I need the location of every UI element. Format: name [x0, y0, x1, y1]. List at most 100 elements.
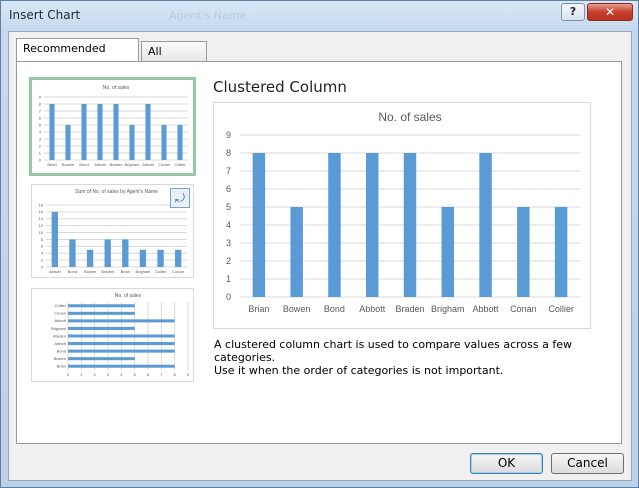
y-tick-label: 18 — [39, 202, 44, 207]
bar — [68, 357, 135, 361]
x-tick-label: Bond — [68, 269, 77, 274]
insert-chart-dialog: Insert Chart Agent's Name ? ✕ All Charts… — [0, 0, 639, 488]
x-tick-label: 7 — [160, 372, 163, 377]
x-tick-label: 5 — [134, 372, 137, 377]
x-tick-label: 1 — [80, 372, 83, 377]
y-tick-label: 6 — [41, 244, 44, 249]
cancel-button[interactable]: Cancel — [551, 453, 624, 474]
preview-heading: Clustered Column — [213, 78, 347, 96]
bar — [81, 104, 87, 160]
tab-recommended-charts[interactable]: Recommended Charts — [16, 38, 139, 75]
y-tick-label: 12 — [39, 223, 44, 228]
y-tick-label: 8 — [41, 237, 44, 242]
bar — [161, 125, 167, 160]
chart-title: No. of sales — [378, 110, 441, 124]
bar — [441, 207, 455, 297]
bar — [554, 207, 568, 297]
bar — [479, 153, 492, 297]
thumbnail-clustered-column[interactable]: No. of sales 0 1 2 3 4 5 6 7 8 9 Brian Bowen Bond Abbo… — [29, 77, 196, 176]
bar — [122, 239, 129, 267]
x-tick-label: Abbott — [359, 304, 386, 314]
y-tick-label: 6 — [226, 184, 231, 194]
bar — [139, 249, 147, 267]
x-tick-label: Abbott — [94, 162, 106, 167]
thumbnail-pivot-chart[interactable]: Sum of No. of sales by Agent's Name 0 2 4 6 8… — [31, 184, 194, 278]
bar — [252, 153, 266, 297]
chart-title: Sum of No. of sales by Agent's Name — [75, 189, 158, 195]
description-line-2: Use it when the order of categories is n… — [214, 364, 504, 377]
x-tick-label: Brigham — [125, 162, 141, 167]
y-tick-label: 8 — [39, 101, 42, 106]
y-tick-label: Brian — [57, 364, 66, 369]
description-line-1: A clustered column chart is used to comp… — [214, 338, 572, 364]
y-tick-label: 7 — [39, 108, 42, 113]
thumbnail-clustered-column-chart: No. of sales 0 1 2 3 4 5 6 7 8 9 Brian Bowen Bond Abbo… — [39, 85, 188, 167]
y-tick-label: 10 — [39, 230, 44, 235]
x-tick-label: Bond — [324, 304, 345, 314]
chart-title: No. of sales — [115, 293, 142, 299]
x-tick-label: Brian — [47, 162, 56, 167]
bar — [157, 249, 164, 267]
window-title: Insert Chart — [9, 8, 81, 22]
bar — [68, 334, 175, 338]
bar — [290, 207, 303, 297]
x-tick-label: Abbott — [49, 269, 61, 274]
y-tick-label: Braden — [53, 333, 66, 338]
help-button[interactable]: ? — [561, 3, 585, 21]
x-tick-label: Collier — [174, 162, 186, 167]
x-tick-label: Brian — [121, 269, 130, 274]
bar — [328, 153, 341, 297]
tab-all-charts[interactable]: All Charts — [141, 41, 207, 78]
y-tick-label: 0 — [41, 264, 44, 269]
x-tick-label: Conan — [510, 304, 537, 314]
thumbnail-pivot-chart-chart: Sum of No. of sales by Agent's Name 0 24 6 8… — [39, 189, 187, 274]
thumbnail-clustered-bar[interactable]: No. of sales 0 1 2 3 4 5 6 7 8 9 Brian Bowen Bond Abbo… — [31, 288, 194, 382]
dialog-body: All Charts Recommended Charts No. of sal… — [8, 31, 632, 481]
bar — [175, 249, 182, 267]
y-tick-label: 3 — [39, 136, 42, 141]
thumbnail-clustered-bar-chart: No. of sales 0 1 2 3 4 5 6 7 8 9 Brian Bowen Bond Abbo… — [51, 293, 190, 377]
y-tick-label: 16 — [39, 209, 44, 214]
bar — [49, 104, 55, 160]
y-tick-label: 1 — [226, 274, 231, 284]
bar — [403, 153, 417, 297]
x-tick-label: 6 — [147, 372, 150, 377]
close-button[interactable]: ✕ — [587, 3, 633, 21]
x-tick-label: Bond — [79, 162, 88, 167]
x-tick-label: Bowen — [84, 269, 96, 274]
y-tick-label: 14 — [39, 216, 44, 221]
y-tick-label: 9 — [226, 130, 231, 140]
bar — [65, 125, 71, 160]
y-tick-label: Conan — [54, 311, 66, 316]
title-bar[interactable]: Insert Chart Agent's Name ? ✕ — [1, 1, 638, 31]
y-tick-label: 0 — [39, 157, 42, 162]
y-tick-label: 2 — [226, 256, 231, 266]
x-tick-label: Conan — [158, 162, 170, 167]
bar — [68, 342, 175, 346]
x-tick-label: Braden — [101, 269, 114, 274]
bar — [177, 125, 183, 160]
x-tick-label: Brigham — [135, 269, 151, 274]
bar — [68, 311, 135, 315]
x-tick-label: 2 — [94, 372, 97, 377]
y-tick-label: Bond — [57, 348, 66, 353]
y-tick-label: Bowen — [54, 356, 66, 361]
chart-preview-svg: No. of sales 0 1 2 3 4 5 6 7 8 9 Brian Bowen Bond Abbo… — [226, 110, 580, 314]
ok-button[interactable]: OK — [470, 453, 543, 474]
bar — [97, 104, 103, 160]
y-tick-label: 4 — [226, 220, 231, 230]
x-tick-label: 8 — [174, 372, 177, 377]
bar — [517, 207, 530, 297]
y-tick-label: 5 — [226, 202, 231, 212]
bar — [104, 239, 111, 267]
y-tick-label: 2 — [41, 257, 44, 262]
y-tick-label: 4 — [41, 251, 44, 256]
y-tick-label: 5 — [39, 122, 42, 127]
bar — [68, 319, 175, 323]
y-tick-label: 3 — [226, 238, 231, 248]
x-tick-label: 3 — [107, 372, 110, 377]
bar — [68, 304, 135, 308]
y-tick-label: 0 — [226, 292, 231, 302]
y-tick-label: Abbott — [54, 341, 66, 346]
bar — [365, 153, 379, 297]
